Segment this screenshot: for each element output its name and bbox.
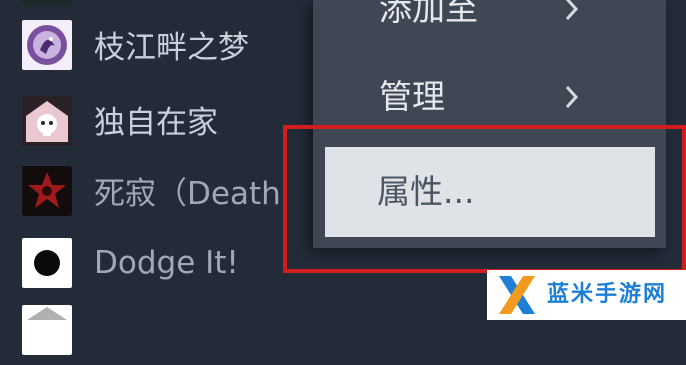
menu-item-add-to[interactable]: 添加至: [313, 0, 666, 32]
menu-item-properties[interactable]: 属性...: [325, 147, 655, 237]
menu-item-label: 属性...: [377, 172, 475, 211]
game-label: Dodge It!: [94, 245, 239, 281]
chevron-right-icon: [565, 85, 579, 109]
game-row-partial[interactable]: [0, 0, 330, 16]
game-icon-partial: [22, 0, 72, 6]
watermark-text: 蓝米手游网: [547, 282, 668, 307]
game-label: 独自在家: [94, 105, 218, 141]
game-row[interactable]: Dodge It!: [0, 233, 330, 293]
menu-item-label: 管理: [379, 77, 445, 116]
game-row[interactable]: 死寂（Death: [0, 163, 330, 223]
context-menu: 添加至 管理 属性...: [313, 0, 666, 248]
watermark: 蓝米手游网: [487, 270, 686, 320]
x-logo-icon: [499, 276, 535, 314]
game-label: 枝江畔之梦: [94, 30, 249, 66]
menu-item-manage[interactable]: 管理: [313, 74, 666, 120]
black-dot-icon: [22, 238, 72, 288]
game-row-partial[interactable]: [0, 305, 330, 365]
game-library-list: 枝江畔之梦 独自在家 死寂（Death Dodge It!: [0, 0, 330, 355]
ghost-house-icon: [22, 96, 72, 146]
dream-girl-icon: [22, 20, 72, 70]
game-row[interactable]: 独自在家: [0, 95, 330, 155]
chevron-right-icon: [565, 0, 579, 21]
menu-item-label: 添加至: [379, 0, 478, 28]
game-row[interactable]: 枝江畔之梦: [0, 18, 330, 78]
red-star-icon: [22, 166, 72, 216]
game-icon-partial: [22, 305, 72, 355]
game-label: 死寂（Death: [94, 176, 281, 212]
